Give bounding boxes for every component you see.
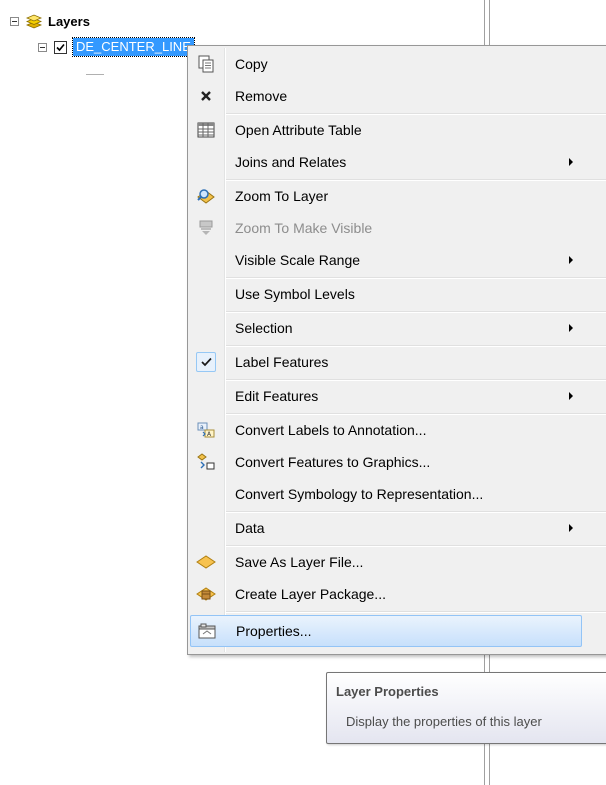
menu-item-label: Edit Features bbox=[235, 388, 319, 404]
menu-item-copy[interactable]: Copy bbox=[190, 48, 582, 80]
menu-item-label: Copy bbox=[235, 56, 268, 72]
tooltip-title: Layer Properties bbox=[336, 684, 439, 699]
menu-item-label: Zoom To Make Visible bbox=[235, 220, 373, 236]
menu-item-label: Data bbox=[235, 520, 265, 536]
menu-item-edit-features[interactable]: Edit Features bbox=[190, 380, 582, 412]
layer-context-menu: Copy Remove Open Attribute Table Joins a… bbox=[187, 45, 606, 655]
empty-icon-slot bbox=[190, 312, 222, 344]
svg-text:a: a bbox=[200, 424, 204, 431]
submenu-arrow-icon bbox=[569, 158, 573, 166]
layer-symbol-line bbox=[86, 74, 104, 75]
toc-layer-row[interactable]: DE_CENTER_LINE bbox=[38, 37, 195, 57]
checkmark-icon bbox=[56, 43, 65, 51]
menu-item-label: Open Attribute Table bbox=[235, 122, 362, 138]
convert-graphics-icon bbox=[190, 446, 222, 478]
menu-item-label: Properties... bbox=[236, 623, 312, 639]
submenu-arrow-icon bbox=[569, 324, 573, 332]
menu-item-use-symbol-levels[interactable]: Use Symbol Levels bbox=[190, 278, 582, 310]
menu-item-label: Save As Layer File... bbox=[235, 554, 364, 570]
checkmark-slot bbox=[190, 346, 222, 378]
properties-icon bbox=[191, 615, 223, 647]
menu-item-label: Joins and Relates bbox=[235, 154, 347, 170]
menu-item-label: Remove bbox=[235, 88, 288, 104]
menu-item-label: Selection bbox=[235, 320, 293, 336]
empty-icon-slot bbox=[190, 278, 222, 310]
empty-icon-slot bbox=[190, 244, 222, 276]
layer-name-label[interactable]: DE_CENTER_LINE bbox=[72, 37, 195, 57]
menu-item-data[interactable]: Data bbox=[190, 512, 582, 544]
empty-icon-slot bbox=[190, 380, 222, 412]
menu-item-zoom-to-layer[interactable]: Zoom To Layer bbox=[190, 180, 582, 212]
menu-item-label: Use Symbol Levels bbox=[235, 286, 355, 302]
layer-properties-tooltip: Layer Properties Display the properties … bbox=[326, 672, 606, 744]
toc-root-label[interactable]: Layers bbox=[48, 14, 90, 29]
table-icon bbox=[190, 114, 222, 146]
convert-labels-icon: a A bbox=[190, 414, 222, 446]
collapse-icon[interactable] bbox=[10, 16, 19, 26]
checkmark-icon bbox=[196, 352, 216, 372]
menu-item-convert-features-to-graphics[interactable]: Convert Features to Graphics... bbox=[190, 446, 582, 478]
menu-item-label: Convert Features to Graphics... bbox=[235, 454, 431, 470]
menu-item-save-as-layer-file[interactable]: Save As Layer File... bbox=[190, 546, 582, 578]
submenu-arrow-icon bbox=[569, 256, 573, 264]
menu-separator bbox=[226, 611, 606, 613]
menu-item-joins-and-relates[interactable]: Joins and Relates bbox=[190, 146, 582, 178]
empty-icon-slot bbox=[190, 478, 222, 510]
menu-item-label: Visible Scale Range bbox=[235, 252, 361, 268]
menu-item-label: Create Layer Package... bbox=[235, 586, 386, 602]
copy-icon bbox=[190, 48, 222, 80]
tooltip-description: Display the properties of this layer bbox=[346, 714, 542, 729]
menu-item-label: Zoom To Layer bbox=[235, 188, 329, 204]
layers-icon bbox=[25, 14, 43, 29]
menu-item-properties[interactable]: Properties... bbox=[190, 615, 582, 647]
toc-root-row[interactable]: Layers bbox=[10, 12, 90, 30]
menu-item-convert-symbology-to-representation[interactable]: Convert Symbology to Representation... bbox=[190, 478, 582, 510]
empty-icon-slot bbox=[190, 512, 222, 544]
menu-item-open-attribute-table[interactable]: Open Attribute Table bbox=[190, 114, 582, 146]
menu-item-label: Convert Symbology to Representation... bbox=[235, 486, 484, 502]
menu-item-label-features[interactable]: Label Features bbox=[190, 346, 582, 378]
empty-icon-slot bbox=[190, 146, 222, 178]
submenu-arrow-icon bbox=[569, 392, 573, 400]
remove-x-icon bbox=[190, 80, 222, 112]
menu-item-visible-scale-range[interactable]: Visible Scale Range bbox=[190, 244, 582, 276]
layer-file-icon bbox=[190, 546, 222, 578]
zoom-to-layer-icon bbox=[190, 180, 222, 212]
submenu-arrow-icon bbox=[569, 524, 573, 532]
layer-package-icon bbox=[190, 578, 222, 610]
menu-item-label: Label Features bbox=[235, 354, 329, 370]
zoom-to-make-visible-icon bbox=[190, 212, 222, 244]
menu-item-selection[interactable]: Selection bbox=[190, 312, 582, 344]
menu-item-remove[interactable]: Remove bbox=[190, 80, 582, 112]
menu-item-convert-labels-to-annotation[interactable]: a A Convert Labels to Annotation... bbox=[190, 414, 582, 446]
layer-visibility-checkbox[interactable] bbox=[54, 40, 67, 54]
menu-item-create-layer-package[interactable]: Create Layer Package... bbox=[190, 578, 582, 610]
menu-item-zoom-to-make-visible[interactable]: Zoom To Make Visible bbox=[190, 212, 582, 244]
collapse-icon[interactable] bbox=[38, 42, 47, 52]
menu-item-label: Convert Labels to Annotation... bbox=[235, 422, 427, 438]
